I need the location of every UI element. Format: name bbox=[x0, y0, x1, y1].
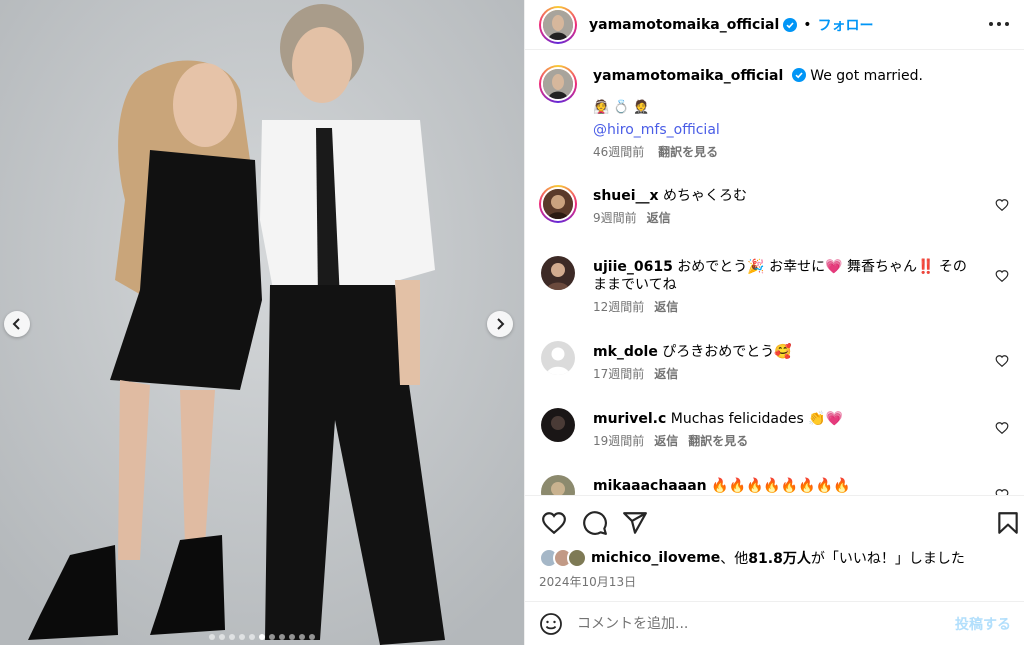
emoji-smiley-icon[interactable] bbox=[539, 612, 563, 636]
reply-button[interactable]: 返信 bbox=[647, 211, 671, 225]
author-avatar[interactable] bbox=[539, 5, 577, 44]
comment-input[interactable] bbox=[577, 615, 955, 632]
comment-timestamp[interactable]: 9週間前 bbox=[593, 211, 637, 225]
more-options-button[interactable] bbox=[987, 12, 1011, 36]
post-action-bar bbox=[525, 495, 1024, 545]
comment-like-heart-icon[interactable] bbox=[995, 421, 1009, 435]
more-horizontal-icon bbox=[989, 22, 1009, 26]
post-date[interactable]: 2024年10月13日 bbox=[539, 573, 636, 590]
comment-item: mk_dole ぴろきおめでとう🥰 17週間前 返信 bbox=[539, 341, 1009, 397]
comment-composer: 投稿する bbox=[525, 601, 1024, 645]
carousel-dot bbox=[229, 634, 235, 640]
comment-username[interactable]: shuei__x bbox=[593, 188, 659, 204]
comment-username[interactable]: mk_dole bbox=[593, 344, 658, 360]
comment-text: ぴろきおめでとう🥰 bbox=[662, 344, 792, 360]
carousel-dot bbox=[309, 634, 315, 640]
comment-bubble-icon[interactable] bbox=[582, 510, 608, 536]
comment-like-heart-icon[interactable] bbox=[995, 488, 1009, 495]
carousel-dot bbox=[299, 634, 305, 640]
liker-username[interactable]: michico_iloveme bbox=[591, 550, 720, 566]
comment-username[interactable]: ujiie_0615 bbox=[593, 259, 673, 275]
post-caption: yamamotomaika_official We got married. 👰… bbox=[539, 65, 1009, 175]
liker-avatars bbox=[539, 548, 587, 568]
comment-like-heart-icon[interactable] bbox=[995, 198, 1009, 212]
commenter-avatar[interactable] bbox=[541, 408, 575, 442]
caption-text: We got married. bbox=[810, 68, 924, 84]
comment-translate-button[interactable]: 翻訳を見る bbox=[688, 434, 748, 448]
carousel-dot bbox=[289, 634, 295, 640]
comment-timestamp[interactable]: 19週間前 bbox=[593, 434, 644, 448]
like-heart-icon[interactable] bbox=[541, 510, 567, 536]
likes-text-2: が「いいね！」しました bbox=[810, 551, 965, 567]
follow-button[interactable]: フォロー bbox=[818, 15, 874, 35]
comment-text: 🔥🔥🔥🔥🔥🔥🔥🔥 bbox=[711, 478, 851, 494]
caption-emojis: 👰💍🤵 bbox=[593, 100, 654, 115]
commenter-avatar[interactable] bbox=[541, 256, 575, 290]
header-separator: • bbox=[803, 16, 812, 33]
reply-button[interactable]: 返信 bbox=[654, 367, 678, 381]
carousel-indicator bbox=[0, 634, 524, 640]
comment-item: shuei__x めちゃくろむ 9週間前 返信 bbox=[539, 185, 1009, 245]
caption-username[interactable]: yamamotomaika_official bbox=[593, 68, 783, 84]
verified-badge-icon bbox=[791, 68, 806, 82]
carousel-dot bbox=[219, 634, 225, 640]
likes-summary: michico_iloveme 、他 81.8万人 が「いいね！」しました bbox=[539, 548, 965, 568]
comment-text: Muchas felicidades 👏💗 bbox=[670, 411, 844, 427]
chevron-right-icon bbox=[497, 318, 505, 330]
comment-item: murivel.c Muchas felicidades 👏💗 19週間前 返信翻… bbox=[539, 408, 1009, 464]
comment-text: めちゃくろむ bbox=[663, 188, 748, 204]
verified-badge-icon bbox=[783, 17, 798, 32]
post-header: yamamotomaika_official • フォロー bbox=[525, 0, 1024, 50]
commenter-avatar[interactable] bbox=[541, 475, 575, 495]
post-comment-button[interactable]: 投稿する bbox=[955, 614, 1011, 634]
post-photo bbox=[0, 0, 524, 645]
caption-mention-link[interactable]: @hiro_mfs_official bbox=[593, 121, 720, 139]
author-username[interactable]: yamamotomaika_official bbox=[589, 17, 779, 33]
commenter-avatar[interactable] bbox=[541, 341, 575, 375]
liker-avatar[interactable] bbox=[567, 548, 587, 568]
post-media[interactable] bbox=[0, 0, 524, 645]
comment-username[interactable]: murivel.c bbox=[593, 411, 666, 427]
share-send-icon[interactable] bbox=[622, 510, 648, 536]
next-photo-button[interactable] bbox=[487, 311, 513, 337]
comment-timestamp[interactable]: 12週間前 bbox=[593, 300, 644, 314]
carousel-dot bbox=[209, 634, 215, 640]
carousel-dot bbox=[269, 634, 275, 640]
post-side-panel: yamamotomaika_official • フォロー yamamotoma… bbox=[524, 0, 1024, 645]
previous-photo-button[interactable] bbox=[4, 311, 30, 337]
commenter-avatar[interactable] bbox=[539, 185, 577, 223]
caption-timestamp[interactable]: 46週間前 bbox=[593, 145, 644, 159]
carousel-dot bbox=[259, 634, 265, 640]
reply-button[interactable]: 返信 bbox=[654, 300, 678, 314]
comment-like-heart-icon[interactable] bbox=[995, 354, 1009, 368]
comments-scroll-area[interactable]: yamamotomaika_official We got married. 👰… bbox=[525, 51, 1024, 495]
carousel-dot bbox=[249, 634, 255, 640]
likes-count[interactable]: 81.8万人 bbox=[748, 548, 811, 568]
save-bookmark-icon[interactable] bbox=[995, 510, 1021, 536]
carousel-dot bbox=[239, 634, 245, 640]
caption-translate-button[interactable]: 翻訳を見る bbox=[658, 145, 718, 159]
carousel-dot bbox=[279, 634, 285, 640]
comment-item: mikaaachaaan 🔥🔥🔥🔥🔥🔥🔥🔥 bbox=[539, 475, 1009, 495]
reply-button[interactable]: 返信 bbox=[654, 434, 678, 448]
chevron-left-icon bbox=[12, 318, 20, 330]
caption-author-avatar[interactable] bbox=[539, 65, 577, 103]
comment-username[interactable]: mikaaachaaan bbox=[593, 478, 707, 494]
comment-timestamp[interactable]: 17週間前 bbox=[593, 367, 644, 381]
comment-item: ujiie_0615 おめでとう🎉 お幸せに💗 舞香ちゃん‼️ そのままでいてね… bbox=[539, 256, 1009, 328]
comment-like-heart-icon[interactable] bbox=[995, 269, 1009, 283]
likes-text-1: 、他 bbox=[720, 551, 749, 567]
